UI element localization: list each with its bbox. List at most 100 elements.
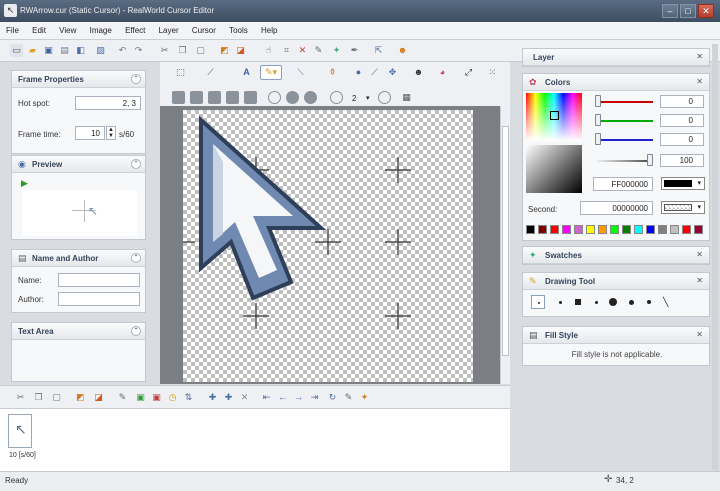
close-icon[interactable]: ✕ xyxy=(696,52,703,61)
effect-icon[interactable]: ✦ xyxy=(330,44,343,57)
save-icon[interactable]: ▣ xyxy=(42,44,55,57)
second-hex-input[interactable]: 00000000 xyxy=(580,201,653,215)
name-input[interactable] xyxy=(58,273,140,287)
palette-swatch[interactable] xyxy=(682,225,691,234)
shape-square-icon[interactable] xyxy=(190,91,203,104)
shape-square-icon[interactable] xyxy=(172,91,185,104)
palette-swatch[interactable] xyxy=(694,225,703,234)
close-icon[interactable]: ✕ xyxy=(696,276,703,285)
shape-circle-icon[interactable] xyxy=(330,91,343,104)
secondary-color-dropdown[interactable]: ▾ xyxy=(661,201,705,214)
menu-file[interactable]: File xyxy=(0,22,24,35)
palette-swatch[interactable] xyxy=(586,225,595,234)
select-rect-icon[interactable]: ⬚ xyxy=(174,66,187,79)
transform-icon[interactable]: ⇱ xyxy=(372,44,385,57)
collapse-icon[interactable]: ⌃ xyxy=(131,159,141,169)
scroll-thumb[interactable] xyxy=(502,126,509,356)
frame-timer-icon[interactable]: ◷ xyxy=(166,391,179,404)
hotspot-input[interactable]: 2, 3 xyxy=(75,96,141,110)
curve-tool-icon[interactable]: ⤢ xyxy=(462,66,475,79)
palette-swatch[interactable] xyxy=(550,225,559,234)
close-icon[interactable]: ✕ xyxy=(696,77,703,86)
green-slider[interactable] xyxy=(597,120,653,122)
palette-swatch[interactable] xyxy=(562,225,571,234)
add-frame-icon[interactable]: ✚ xyxy=(206,391,219,404)
brush-size-value[interactable]: 2 xyxy=(352,94,356,103)
collapse-icon[interactable]: ⌃ xyxy=(131,253,141,263)
palette-swatch[interactable] xyxy=(598,225,607,234)
brush-tool-icon[interactable]: ✎▾ xyxy=(260,65,282,80)
close-button[interactable]: ✕ xyxy=(698,4,714,18)
drawing-canvas[interactable] xyxy=(183,110,473,382)
maximize-button[interactable]: □ xyxy=(680,4,696,18)
select-tool-icon[interactable]: ☝ xyxy=(262,44,275,57)
move-right-icon[interactable]: → xyxy=(292,391,305,404)
move-tool-icon[interactable]: ✥ xyxy=(386,66,399,79)
palette-swatch[interactable] xyxy=(646,225,655,234)
red-slider[interactable] xyxy=(597,101,653,103)
fill-tool-icon[interactable]: ⚱ xyxy=(326,66,339,79)
hex-color-input[interactable]: FF000000 xyxy=(593,177,653,191)
shape-square-icon[interactable] xyxy=(208,91,221,104)
copy-frame-icon[interactable]: ❐ xyxy=(32,391,45,404)
blue-slider[interactable] xyxy=(597,139,653,141)
text-tool-icon[interactable]: A xyxy=(240,66,253,79)
primary-color-dropdown[interactable]: ▾ xyxy=(661,177,705,190)
brush-size-8[interactable]: ╲ xyxy=(663,297,668,308)
copy-icon[interactable]: ❐ xyxy=(176,44,189,57)
menu-tools[interactable]: Tools xyxy=(223,22,253,35)
alpha-value-input[interactable]: 100 xyxy=(660,154,704,167)
merge-icon[interactable]: ◪ xyxy=(234,44,247,57)
collapse-icon[interactable]: ⌃ xyxy=(131,326,141,336)
palette-swatch[interactable] xyxy=(610,225,619,234)
paste-frame-icon[interactable]: ▢ xyxy=(50,391,63,404)
frametime-input[interactable]: 10 xyxy=(75,126,105,140)
save-as-icon[interactable]: ▤ xyxy=(58,44,71,57)
palette-swatch[interactable] xyxy=(622,225,631,234)
duplicate-frame-icon[interactable]: ◪ xyxy=(92,391,105,404)
play-icon[interactable]: ▶ xyxy=(21,178,28,189)
brush-size-4[interactable] xyxy=(595,301,598,304)
minimize-button[interactable]: ‒ xyxy=(662,4,678,18)
brush-size-2[interactable] xyxy=(559,301,562,304)
brush-size-1[interactable] xyxy=(531,295,545,309)
menu-effect[interactable]: Effect xyxy=(119,22,150,35)
frame-thumbnail[interactable]: ↖ xyxy=(8,414,32,448)
palette-swatch[interactable] xyxy=(526,225,535,234)
palette-swatch[interactable] xyxy=(574,225,583,234)
delete-frame-icon[interactable]: ✕ xyxy=(238,391,251,404)
menu-edit[interactable]: Edit xyxy=(26,22,51,35)
cut-frame-icon[interactable]: ✂ xyxy=(14,391,27,404)
open-image-icon[interactable]: ▨ xyxy=(94,44,107,57)
frametime-stepper[interactable]: ▲ ▼ xyxy=(106,126,116,140)
move-left-icon[interactable]: ← xyxy=(276,391,289,404)
line-tool-icon[interactable]: ⟍ xyxy=(294,66,307,79)
help-icon[interactable]: ☻ xyxy=(396,44,409,57)
layers-icon[interactable]: ◩ xyxy=(218,44,231,57)
brush-size-6[interactable] xyxy=(629,300,634,305)
collapse-icon[interactable]: ⌃ xyxy=(131,74,141,84)
frame-color-icon[interactable]: ▣ xyxy=(150,391,163,404)
shape-circle-icon[interactable] xyxy=(268,91,281,104)
pencil-tool-icon[interactable]: ⟋ xyxy=(204,66,217,79)
brush-size-7[interactable] xyxy=(647,300,651,304)
paint-icon[interactable]: ✎ xyxy=(312,44,325,57)
crop-icon[interactable]: ⌗ xyxy=(280,44,293,57)
color-tool-icon[interactable]: ◕ xyxy=(436,66,449,79)
brush-size-dropdown-icon[interactable]: ▾ xyxy=(366,94,370,102)
frame-image-icon[interactable]: ▣ xyxy=(134,391,147,404)
brush-size-5[interactable] xyxy=(609,298,617,306)
shape-square-icon[interactable] xyxy=(244,91,257,104)
red-value-input[interactable]: 0 xyxy=(660,95,704,108)
undo-icon[interactable]: ↶ xyxy=(116,44,129,57)
dots-tool-icon[interactable]: ⁙ xyxy=(486,66,499,79)
cut-icon[interactable]: ✂ xyxy=(158,44,171,57)
shape-circle-icon[interactable] xyxy=(304,91,317,104)
shape-circle-icon[interactable] xyxy=(286,91,299,104)
author-input[interactable] xyxy=(58,292,140,306)
frame-reverse-icon[interactable]: ⇅ xyxy=(182,391,195,404)
export-icon[interactable]: ◧ xyxy=(74,44,87,57)
close-icon[interactable]: ✕ xyxy=(696,250,703,259)
shape-circle-icon[interactable] xyxy=(378,91,391,104)
brush-size-3[interactable] xyxy=(575,299,581,305)
